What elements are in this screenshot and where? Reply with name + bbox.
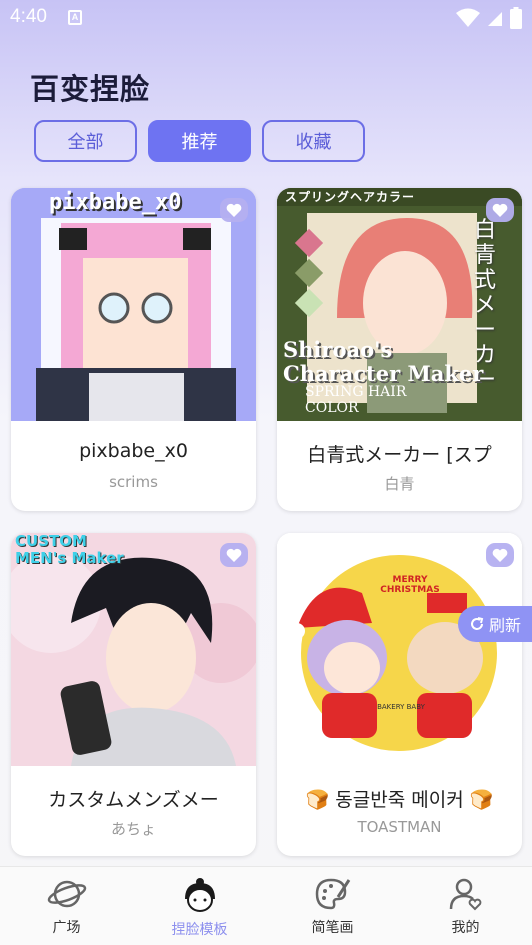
status-icons [456, 7, 522, 29]
palette-icon [315, 878, 350, 910]
battery-icon [510, 7, 522, 29]
favorite-heart-icon[interactable] [486, 543, 514, 567]
card-author: scrims [109, 473, 158, 491]
thumb-caption: CUSTOM MEN's Maker [15, 533, 124, 567]
nav-label: 我的 [451, 920, 480, 936]
card-author: 白青 [384, 475, 415, 493]
card-title: 白青式メーカー [スプ [307, 444, 492, 466]
template-card-donggle[interactable]: MERRY CHRISTMAS BAKERY BABY 🍞 동글반죽 메이커 🍞… [277, 533, 522, 856]
bottom-navigation: 广场 捏脸模板 简笔画 我的 [0, 866, 532, 945]
status-bar: 4:40 A [0, 0, 532, 36]
thumb-caption: MERRY CHRISTMAS [380, 575, 440, 595]
refresh-icon [471, 617, 484, 630]
card-title: カスタムメンズメー [48, 789, 219, 811]
refresh-label: 刷新 [488, 616, 521, 635]
nav-sketch[interactable]: 简笔画 [266, 867, 399, 945]
tab-recommended[interactable]: 推荐 [148, 120, 251, 162]
nav-label: 捏脸模板 [171, 922, 228, 938]
card-title: pixbabe_x0 [79, 440, 188, 462]
signal-icon [488, 12, 502, 26]
favorite-heart-icon[interactable] [486, 198, 514, 222]
template-card-pixbabe[interactable]: pixbabe_x0 pixbabe_x0 scrims [11, 188, 256, 511]
tab-favorites[interactable]: 收藏 [262, 120, 365, 162]
tab-all[interactable]: 全部 [34, 120, 137, 162]
planet-icon [47, 880, 86, 908]
favorite-heart-icon[interactable] [220, 543, 248, 567]
card-title: 🍞 동글반죽 메이커 🍞 [305, 789, 494, 811]
thumb-subcaption: BAKERY BABY [377, 703, 425, 711]
template-card-shiroao[interactable]: スプリングヘアカラー 白青式メーカー Shiroao's Character M… [277, 188, 522, 511]
filter-tabs: 全部 推荐 收藏 [34, 120, 365, 162]
nav-label: 简笔画 [311, 920, 354, 936]
wifi-icon [456, 8, 480, 27]
card-thumbnail: pixbabe_x0 [11, 188, 256, 421]
thumb-top-text: スプリングヘアカラー [285, 190, 416, 204]
notification-a-icon: A [68, 10, 82, 25]
face-avatar-icon [184, 878, 215, 912]
card-thumbnail: MERRY CHRISTMAS BAKERY BABY [277, 533, 522, 766]
template-card-custom-mens[interactable]: CUSTOM MEN's Maker カスタムメンズメー あちょ [11, 533, 256, 856]
page-title: 百变捏脸 [30, 72, 151, 106]
pixel-character-image [11, 188, 256, 421]
thumb-caption: Shiroao's Character Maker [283, 337, 484, 386]
nav-plaza[interactable]: 广场 [0, 867, 133, 945]
card-thumbnail: CUSTOM MEN's Maker [11, 533, 256, 766]
anime-man-image [11, 533, 256, 766]
status-time: 4:40 [10, 6, 47, 27]
christmas-characters-image [277, 533, 522, 766]
thumb-caption: pixbabe_x0 [49, 190, 182, 215]
favorite-heart-icon[interactable] [220, 198, 248, 222]
nav-label: 广场 [52, 920, 81, 936]
card-author: TOASTMAN [357, 818, 442, 836]
nav-face-templates[interactable]: 捏脸模板 [133, 867, 266, 945]
thumb-subcaption: SPRING HAIR COLOR [305, 384, 407, 416]
user-heart-icon [449, 878, 481, 911]
refresh-button[interactable]: 刷新 [458, 606, 532, 642]
nav-mine[interactable]: 我的 [399, 867, 532, 945]
card-author: あちょ [110, 820, 156, 838]
card-thumbnail: スプリングヘアカラー 白青式メーカー Shiroao's Character M… [277, 188, 522, 421]
